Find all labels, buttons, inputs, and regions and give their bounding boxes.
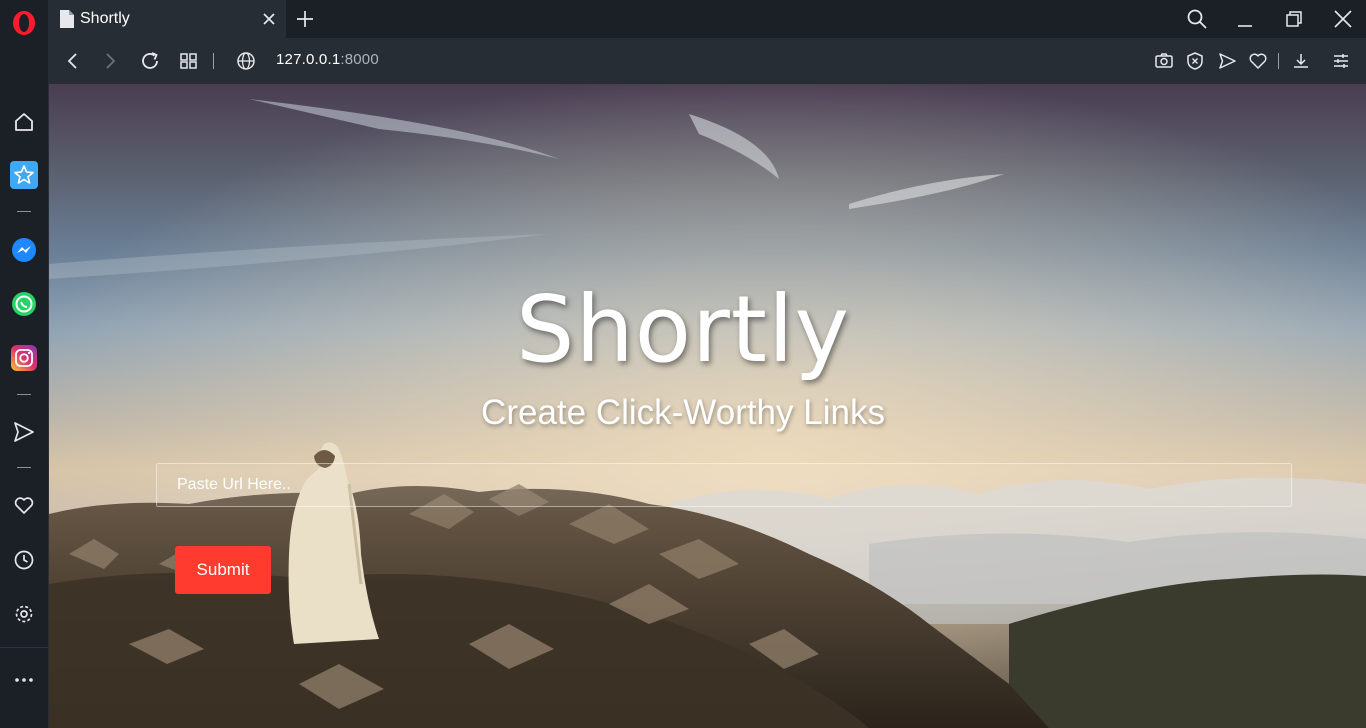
- toolbar-divider: [1278, 53, 1279, 69]
- forward-icon[interactable]: [99, 50, 121, 72]
- messenger-icon[interactable]: [0, 230, 48, 270]
- bookmark-heart-icon[interactable]: [1248, 51, 1268, 71]
- url-input[interactable]: [156, 463, 1292, 507]
- download-icon[interactable]: [1291, 51, 1311, 71]
- tab-title: Shortly: [80, 10, 130, 27]
- site-info-globe-icon[interactable]: [235, 50, 257, 72]
- reload-icon[interactable]: [139, 50, 161, 72]
- browser-sidebar: [0, 0, 49, 728]
- search-tabs-icon[interactable]: [1186, 8, 1208, 30]
- tab-shortly[interactable]: Shortly: [48, 0, 286, 38]
- hero-tagline: Create Click-Worthy Links: [481, 393, 885, 432]
- sidebar-divider: [17, 211, 31, 212]
- submit-button[interactable]: Submit: [175, 546, 271, 594]
- opera-logo-icon[interactable]: [0, 3, 48, 43]
- address-bar: 127.0.0.1:8000: [48, 38, 1366, 84]
- settings-icon[interactable]: [0, 594, 48, 634]
- url-host: 127.0.0.1: [276, 51, 341, 68]
- restore-icon[interactable]: [1283, 8, 1305, 30]
- more-icon[interactable]: [0, 660, 48, 700]
- heart-icon[interactable]: [0, 485, 48, 525]
- close-tab-icon[interactable]: [260, 10, 278, 28]
- whatsapp-icon[interactable]: [0, 284, 48, 324]
- speed-dial-icon[interactable]: [0, 155, 48, 195]
- tabs-grid-icon[interactable]: [178, 50, 200, 72]
- history-icon[interactable]: [0, 540, 48, 580]
- page-icon: [60, 10, 74, 28]
- sidebar-divider: [17, 394, 31, 395]
- easy-setup-icon[interactable]: [1331, 51, 1351, 71]
- web-page: Shortly Create Click-Worthy Links Submit: [49, 84, 1366, 728]
- url-field[interactable]: 127.0.0.1:8000: [276, 51, 379, 68]
- tab-strip: Shortly: [48, 0, 1366, 38]
- ad-blocker-shield-icon[interactable]: [1185, 51, 1205, 71]
- instagram-icon[interactable]: [0, 338, 48, 378]
- sidebar-divider: [0, 647, 48, 648]
- minimize-icon[interactable]: [1234, 8, 1256, 30]
- send-to-flow-icon[interactable]: [1217, 51, 1237, 71]
- new-tab-icon[interactable]: [294, 8, 316, 30]
- url-port: :8000: [340, 51, 379, 68]
- flow-send-icon[interactable]: [0, 412, 48, 452]
- sidebar-divider: [17, 467, 31, 468]
- snapshot-camera-icon[interactable]: [1154, 51, 1174, 71]
- toolbar-divider: [213, 53, 214, 69]
- home-icon[interactable]: [0, 102, 48, 142]
- back-icon[interactable]: [62, 50, 84, 72]
- close-window-icon[interactable]: [1332, 8, 1354, 30]
- hero-title: Shortly: [516, 276, 850, 383]
